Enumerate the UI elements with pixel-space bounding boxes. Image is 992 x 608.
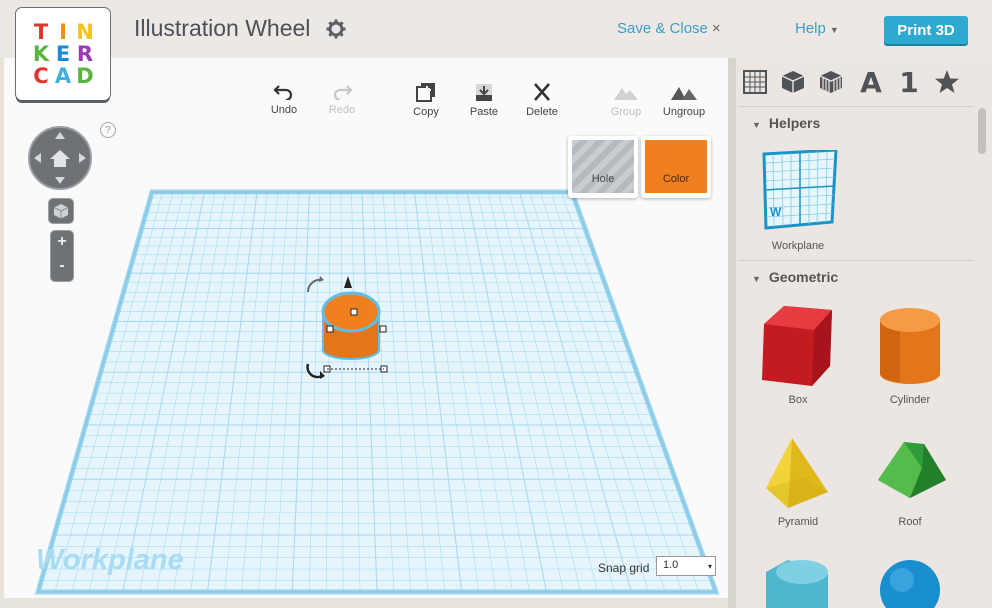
chevron-down-icon: ▼ <box>829 25 839 35</box>
copy-label: Copy <box>413 106 439 118</box>
cylinder-shape-icon <box>880 308 940 384</box>
geometric-title: Geometric <box>768 269 839 285</box>
gear-icon[interactable] <box>326 19 346 39</box>
design-canvas[interactable]: Undo Redo Copy Paste Delete Group Ungrou… <box>4 58 728 598</box>
workplane-watermark: Workplane <box>36 544 184 576</box>
shape-label: Workplane <box>771 240 825 252</box>
redo-icon <box>333 85 353 100</box>
delete-button[interactable]: Delete <box>515 82 569 118</box>
shapes-sidebar: A 1 ▼Helpers W Workplane ▼Geometric Bo <box>736 58 992 608</box>
geometric-section-header[interactable]: ▼ Geometric <box>752 269 838 285</box>
ungroup-button[interactable]: Ungroup <box>657 82 711 118</box>
paste-label: Paste <box>469 106 499 118</box>
roof-shape-icon <box>878 442 946 498</box>
design-title[interactable]: Illustration Wheel <box>134 15 310 42</box>
grid-icon[interactable] <box>740 68 770 96</box>
hole-label: Hole <box>572 140 634 193</box>
copy-button[interactable]: Copy <box>399 82 453 118</box>
canvas-edge <box>728 58 736 608</box>
delete-label: Delete <box>526 106 558 118</box>
undo-icon <box>273 85 293 100</box>
paste-icon <box>476 84 492 101</box>
print-3d-button[interactable]: Print 3D <box>884 16 968 44</box>
undo-button[interactable]: Undo <box>257 82 311 116</box>
text-shapes-tab[interactable]: A <box>856 66 886 99</box>
striped-cube-icon[interactable] <box>816 68 846 96</box>
shape-cylinder[interactable]: Cylinder <box>860 302 960 406</box>
color-label: Color <box>645 140 707 193</box>
zoom-out-button[interactable]: - <box>51 257 73 279</box>
cube-icon[interactable] <box>778 68 808 96</box>
pyramid-shape-icon <box>766 438 828 508</box>
shape-label: Cylinder <box>889 394 931 406</box>
snap-grid-value: 1.0 <box>663 559 679 571</box>
view-help-button[interactable]: ? <box>100 122 116 138</box>
top-bar: Illustration Wheel Save & Close × Help ▼ P… <box>0 0 992 58</box>
helpers-section-header[interactable]: ▼ Helpers <box>752 115 820 131</box>
sidebar-scrollbar[interactable] <box>974 104 992 608</box>
box-shape-icon <box>762 306 832 386</box>
ungroup-label: Ungroup <box>662 106 706 118</box>
selected-cylinder[interactable] <box>298 272 398 402</box>
shape-box[interactable]: Box <box>748 302 848 406</box>
logo-letter: C <box>33 64 49 88</box>
shape-label: Pyramid <box>777 516 819 528</box>
logo-letter: E <box>55 42 71 66</box>
color-swatch[interactable]: Color <box>641 136 711 198</box>
collapse-arrow-icon: ▼ <box>752 274 761 284</box>
workplane-shape-icon: W <box>762 150 838 230</box>
ungroup-icon <box>671 87 697 100</box>
sidebar-scrollbar-thumb[interactable] <box>978 108 986 154</box>
zoom-control: + - <box>50 230 74 282</box>
collapse-arrow-icon: ▼ <box>752 120 761 130</box>
logo-letter: A <box>54 64 72 88</box>
shape-workplane[interactable]: W Workplane <box>748 150 848 252</box>
logo-letter: R <box>76 42 94 66</box>
orbit-control[interactable] <box>28 126 92 190</box>
shape-pyramid[interactable]: Pyramid <box>748 436 848 528</box>
logo-letter: K <box>32 42 50 66</box>
undo-label: Undo <box>270 104 298 116</box>
copy-icon <box>416 83 435 102</box>
shape-label: Box <box>788 394 808 406</box>
number-shapes-tab[interactable]: 1 <box>894 66 924 99</box>
logo-letter: I <box>59 20 67 44</box>
view-cube-button[interactable] <box>48 198 74 224</box>
group-label: Group <box>610 106 642 118</box>
save-close-link[interactable]: Save & Close × <box>617 20 721 37</box>
divider <box>738 106 974 107</box>
save-close-label: Save & Close <box>617 20 708 37</box>
shape-roof[interactable]: Roof <box>860 436 960 528</box>
cube-icon <box>53 204 69 219</box>
helpers-title: Helpers <box>768 115 821 131</box>
redo-button[interactable]: Redo <box>315 82 369 116</box>
tinkercad-logo[interactable]: TIN KER CAD <box>16 8 110 100</box>
snap-grid-select[interactable]: 1.0 ▾ <box>656 556 716 576</box>
dropdown-arrow-icon: ▾ <box>707 562 712 571</box>
logo-letter: T <box>33 20 49 44</box>
tube-shape-icon[interactable] <box>758 558 838 608</box>
snap-grid-label: Snap grid <box>598 561 650 575</box>
home-icon <box>34 132 86 184</box>
close-icon: × <box>711 20 721 37</box>
zoom-in-button[interactable]: + <box>51 233 73 255</box>
logo-letter: N <box>76 20 94 44</box>
help-label: Help <box>795 20 826 37</box>
star-icon[interactable] <box>932 68 962 96</box>
paste-button[interactable]: Paste <box>457 82 511 118</box>
delete-icon <box>534 83 550 101</box>
sphere-shape-icon[interactable] <box>870 558 950 608</box>
logo-letter: D <box>76 64 94 88</box>
redo-label: Redo <box>328 104 356 116</box>
group-button[interactable]: Group <box>599 82 653 118</box>
help-menu[interactable]: Help ▼ <box>795 20 839 37</box>
group-icon <box>614 88 638 100</box>
divider <box>738 260 974 261</box>
svg-text:W: W <box>770 205 782 219</box>
hole-swatch[interactable]: Hole <box>568 136 638 198</box>
shape-label: Roof <box>898 516 922 528</box>
shape-category-tabs: A 1 <box>736 58 992 106</box>
